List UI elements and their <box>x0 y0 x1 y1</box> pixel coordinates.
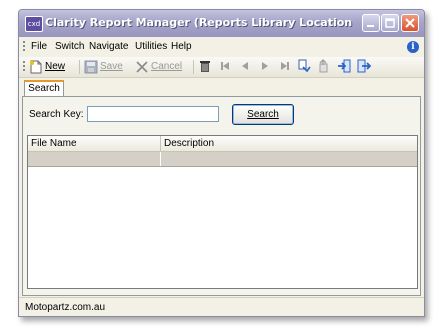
first-record-icon <box>221 62 229 71</box>
close-icon <box>405 18 415 28</box>
column-header-file-name[interactable]: File Name <box>28 136 161 151</box>
toolbar-grip[interactable] <box>23 61 25 73</box>
search-button-label: Search <box>247 109 279 120</box>
next-record-icon <box>262 62 268 71</box>
search-button[interactable]: Search <box>232 104 294 125</box>
toolbar-separator <box>79 60 80 74</box>
first-record-button[interactable] <box>218 59 232 75</box>
import-button[interactable] <box>297 59 311 75</box>
import-arrow-icon <box>298 59 311 73</box>
close-button[interactable] <box>401 14 419 32</box>
search-panel: Search Key: Search File Name Description <box>22 96 421 296</box>
filter-cell-description[interactable] <box>161 152 417 166</box>
minimize-button[interactable] <box>362 14 380 32</box>
app-window: cxd Clarity Report Manager (Reports Libr… <box>18 9 425 317</box>
filter-cell-file-name[interactable] <box>28 152 161 166</box>
menu-file[interactable]: File <box>31 41 47 52</box>
search-key-input[interactable] <box>87 106 219 122</box>
trash-icon <box>200 61 210 73</box>
last-record-button[interactable] <box>278 59 292 75</box>
delete-button[interactable] <box>198 59 212 75</box>
menu-switch[interactable]: Switch <box>55 41 84 52</box>
window-title: Clarity Report Manager (Reports Library … <box>45 16 357 29</box>
app-icon[interactable]: cxd <box>25 16 43 32</box>
menu-help[interactable]: Help <box>171 41 192 52</box>
export-arrow-icon <box>319 59 328 73</box>
toolbar-separator <box>193 60 194 74</box>
save-icon <box>84 60 98 74</box>
enter-arrow-icon <box>338 59 351 73</box>
toolbar: New Save Cancel <box>19 57 424 78</box>
status-bar: Motopartz.com.au <box>19 297 424 316</box>
new-button[interactable]: New <box>29 59 65 75</box>
column-header-description[interactable]: Description <box>161 136 417 151</box>
menu-bar: File Switch Navigate Utilities Help i <box>19 37 424 57</box>
previous-record-icon <box>242 62 248 71</box>
cancel-x-icon <box>136 61 148 73</box>
new-document-icon <box>30 60 42 74</box>
cancel-label: Cancel <box>151 61 183 72</box>
search-key-label: Search Key: <box>29 109 84 120</box>
info-icon[interactable]: i <box>407 41 419 53</box>
maximize-button[interactable] <box>381 14 399 32</box>
maximize-icon <box>385 18 395 28</box>
previous-record-button[interactable] <box>238 59 252 75</box>
menu-grip[interactable] <box>23 41 25 53</box>
results-grid[interactable]: File Name Description <box>27 135 418 289</box>
tab-search[interactable]: Search <box>24 80 64 97</box>
last-record-icon <box>281 62 289 71</box>
new-label: New <box>45 61 66 72</box>
menu-utilities[interactable]: Utilities <box>135 41 167 52</box>
tab-strip: Search <box>22 79 421 97</box>
export-button[interactable] <box>317 59 331 75</box>
minimize-icon <box>367 25 374 27</box>
save-label: Save <box>100 61 123 72</box>
login-button[interactable] <box>337 59 351 75</box>
status-text: Motopartz.com.au <box>25 302 106 313</box>
exit-arrow-icon <box>357 59 372 73</box>
grid-header: File Name Description <box>28 136 417 152</box>
cancel-button[interactable]: Cancel <box>135 59 182 75</box>
grid-filter-row[interactable] <box>28 152 417 167</box>
menu-navigate[interactable]: Navigate <box>89 41 128 52</box>
title-bar[interactable]: cxd Clarity Report Manager (Reports Libr… <box>19 10 424 37</box>
exit-button[interactable] <box>357 59 372 75</box>
save-button[interactable]: Save <box>84 59 123 75</box>
next-record-button[interactable] <box>258 59 272 75</box>
